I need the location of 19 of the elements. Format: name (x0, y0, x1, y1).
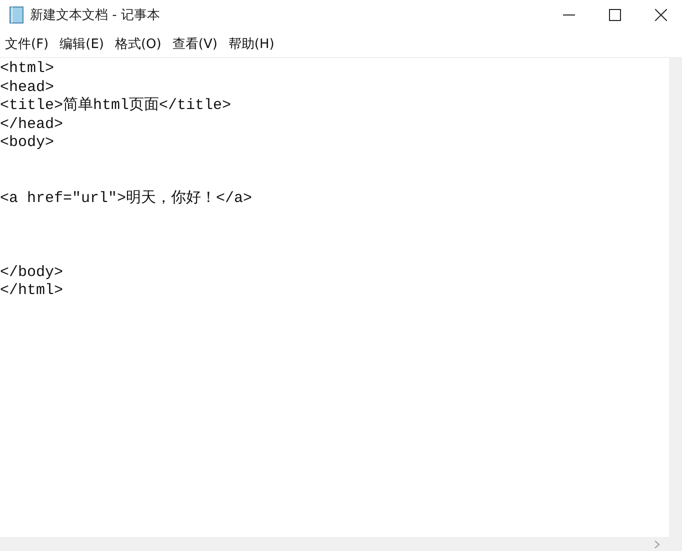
menu-item[interactable]: 格式(O) (114, 34, 162, 52)
code-line: <body> (0, 134, 54, 151)
menu-item[interactable]: 查看(V) (172, 34, 218, 52)
code-line: </body> (0, 264, 64, 280)
code-line: <html> (0, 60, 54, 77)
close-icon[interactable] (655, 9, 667, 21)
code-line: <title>简单html页面</title> (0, 97, 232, 114)
text-editor[interactable]: <html> <head> <title>简单html页面</title> </head> <body> <a href="url">明天，你好！</a> </body> </html> (0, 58, 669, 537)
code-line: <a href="url">明天，你好！</a> (0, 190, 252, 206)
window-title: 新建文本文档 - 记事本 (30, 7, 160, 24)
menu-item[interactable]: 编辑(E) (60, 34, 104, 52)
menu-item[interactable]: 帮助(H) (228, 34, 274, 52)
code-line: </head> (0, 116, 64, 132)
maximize-icon[interactable] (609, 9, 621, 21)
horizontal-scrollbar[interactable] (0, 537, 682, 551)
code-line: </html> (0, 282, 64, 299)
menu-item[interactable]: 文件(F) (5, 34, 49, 52)
code-line: <head> (0, 78, 54, 96)
notepad-icon (9, 6, 25, 24)
